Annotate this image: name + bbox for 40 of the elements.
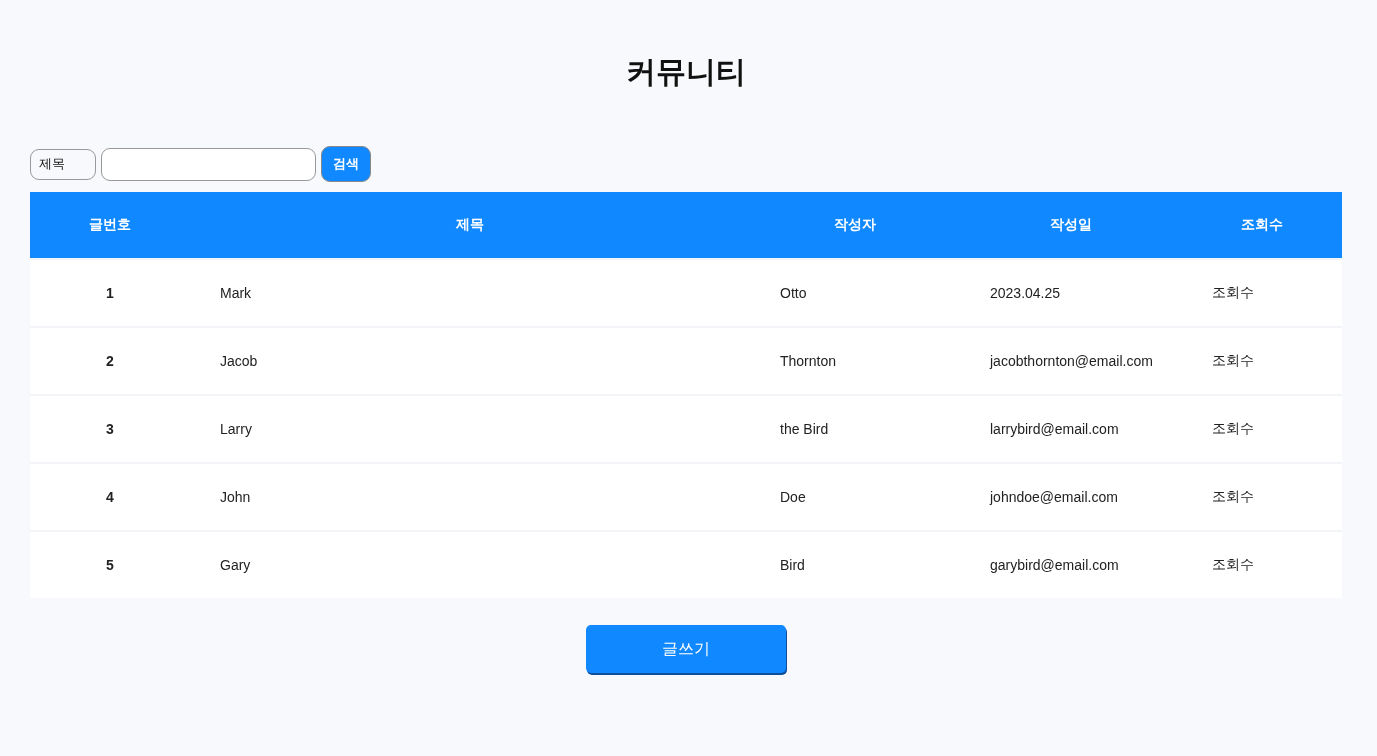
- table-cell-text: Mark: [219, 285, 253, 301]
- table-cell-text: 조회수: [1211, 488, 1255, 506]
- table-cell-text: 5: [105, 557, 115, 573]
- table-row[interactable]: 3 Larry the Bird larrybird@email.com 조회수: [30, 396, 1342, 462]
- table-cell-text: johndoe@email.com: [988, 489, 1119, 505]
- table-cell-text: 3: [105, 421, 115, 437]
- column-header: 작성일: [1049, 216, 1093, 234]
- table-cell-text: Bird: [779, 557, 806, 573]
- table-cell-text: 2023.04.25: [989, 285, 1062, 301]
- page-title: 커뮤니티: [625, 54, 747, 90]
- table-cell-text: John: [219, 489, 252, 505]
- table-cell-text: 조회수: [1211, 420, 1255, 438]
- table-cell-text: Otto: [779, 285, 808, 301]
- search-input-field[interactable]: [101, 147, 316, 181]
- table-cell-text: the Bird: [779, 421, 830, 437]
- write-button[interactable]: 글쓰기: [586, 625, 786, 673]
- table-cell-text: Gary: [219, 557, 252, 573]
- table-cell-text: Doe: [779, 489, 807, 505]
- column-header: 조회수: [1240, 216, 1284, 234]
- column-header: 글번호: [88, 216, 132, 234]
- column-header: 작성자: [833, 216, 877, 234]
- table-cell-text: 1: [105, 285, 115, 301]
- table-cell-text: 조회수: [1211, 352, 1255, 370]
- table-cell-text: Thornton: [779, 353, 838, 369]
- column-header: 제목: [455, 216, 485, 234]
- table-cell-text: garybird@email.com: [989, 557, 1120, 573]
- table-row[interactable]: 5 Gary Bird garybird@email.com 조회수: [30, 532, 1342, 598]
- search-button[interactable]: 검색: [321, 146, 371, 182]
- table-cell-text: larrybird@email.com: [989, 421, 1120, 437]
- table-row[interactable]: 1 Mark Otto 2023.04.25 조회수: [30, 260, 1342, 326]
- table-cell-text: 조회수: [1211, 556, 1255, 574]
- table-cell-text: Jacob: [219, 353, 259, 369]
- table-cell-text: 4: [105, 489, 115, 505]
- table-row[interactable]: 2 Jacob Thornton jacobthornton@email.com 조회수: [30, 328, 1342, 394]
- table-row[interactable]: 4 John Doe johndoe@email.com 조회수: [30, 464, 1342, 530]
- table-cell-text: 조회수: [1211, 284, 1255, 302]
- table-cell-text: jacobthornton@email.com: [988, 353, 1154, 369]
- table-cell-text: Larry: [219, 421, 253, 437]
- search-type-select[interactable]: 제목: [30, 148, 96, 180]
- table-cell-text: 2: [105, 353, 115, 369]
